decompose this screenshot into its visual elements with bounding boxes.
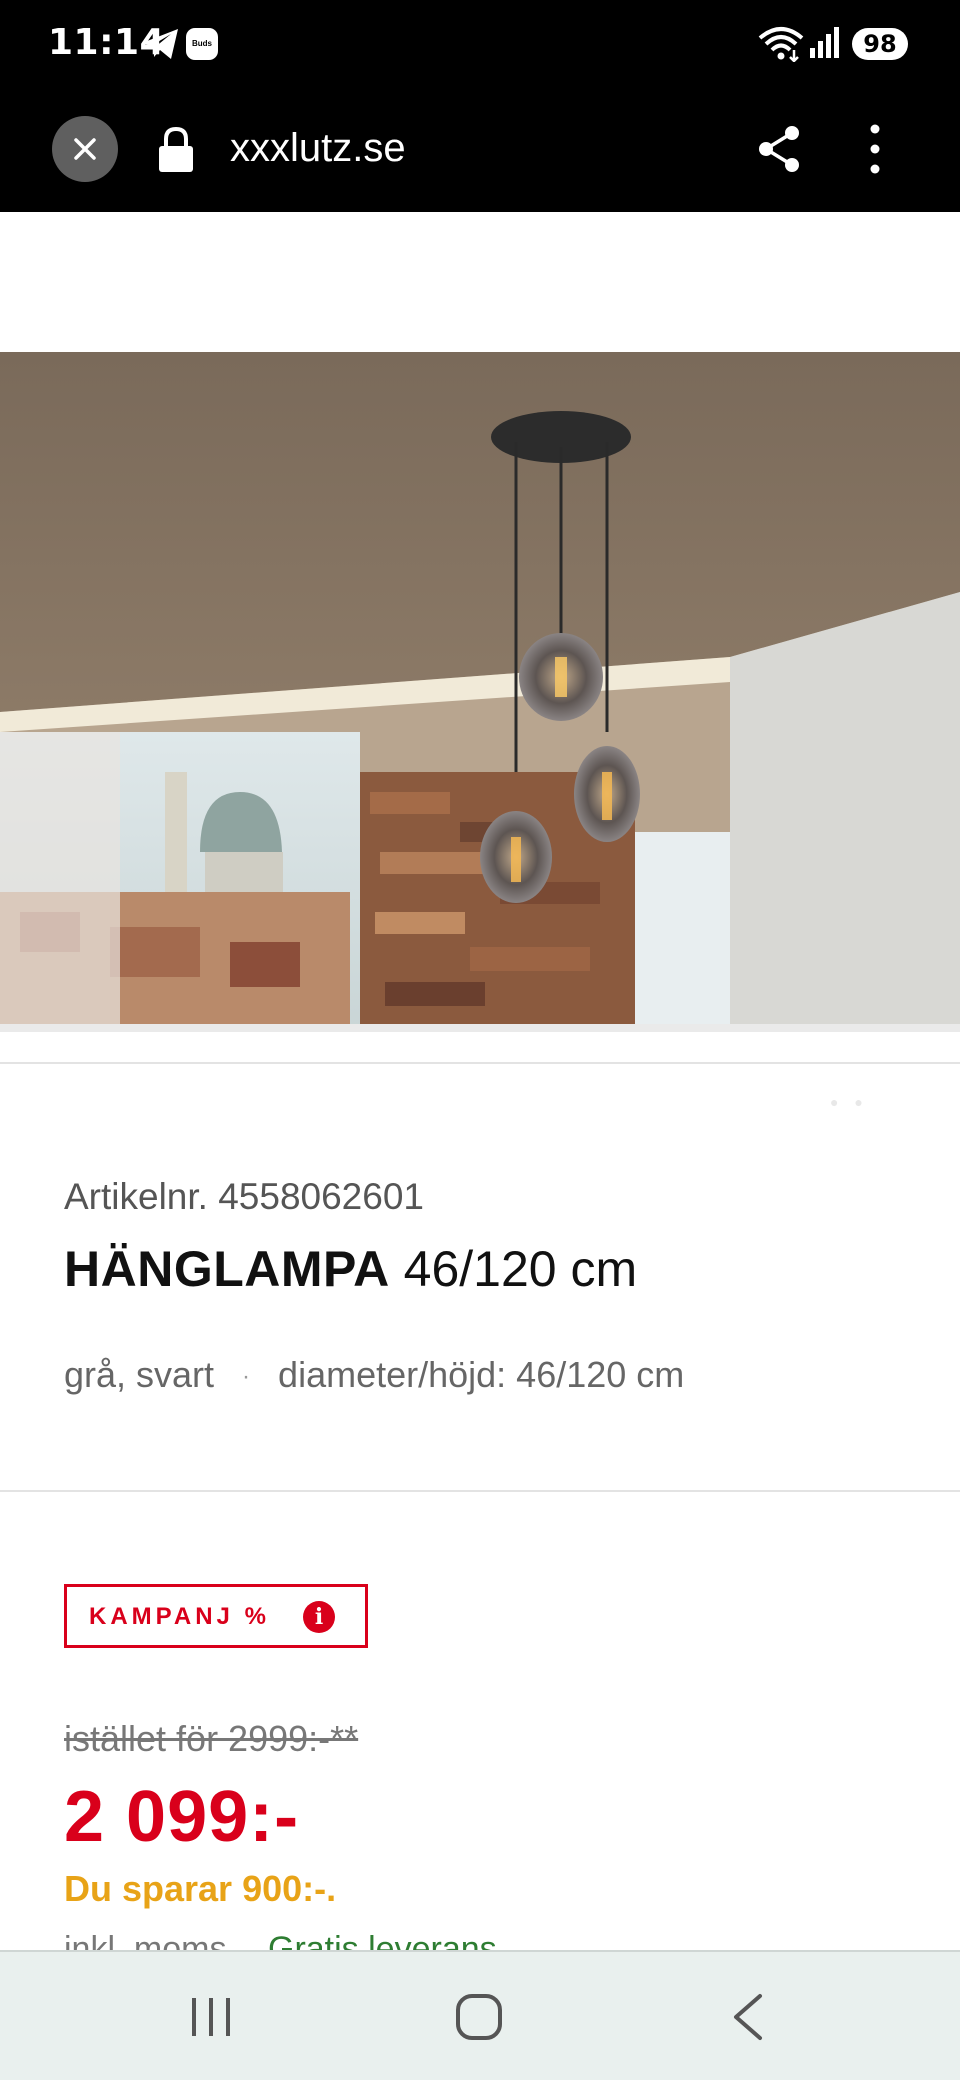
product-image[interactable] (0, 352, 960, 1032)
product-size: 46/120 cm (403, 1241, 638, 1297)
article-number: Artikelnr. 4558062601 (64, 1176, 424, 1218)
delivery-row: inkl. moms Gratis leverans (0, 1930, 960, 1950)
vat-note: inkl. moms (64, 1930, 227, 1950)
article-number-value: 4558062601 (218, 1176, 424, 1217)
home-icon[interactable] (454, 1992, 504, 2042)
close-icon (74, 138, 96, 160)
separator: · (242, 1363, 251, 1391)
product-attributes: grå, svart · diameter/höjd: 46/120 cm (64, 1354, 684, 1396)
divider (0, 1062, 960, 1064)
campaign-label: KAMPANJ % (89, 1603, 270, 1630)
article-label: Artikelnr. (64, 1176, 208, 1217)
signal-icon (810, 27, 839, 58)
campaign-badge[interactable]: KAMPANJ % i (64, 1584, 368, 1648)
old-price: istället för 2999:-** (64, 1718, 359, 1759)
back-icon[interactable] (730, 1992, 766, 2042)
current-price: 2 099:- (64, 1777, 300, 1857)
product-color: grå, svart (64, 1354, 215, 1395)
lock-icon[interactable] (156, 126, 196, 174)
share-icon[interactable] (756, 124, 802, 174)
divider (0, 1490, 960, 1492)
info-icon[interactable]: i (303, 1601, 335, 1633)
telegram-icon (142, 29, 178, 59)
delivery-link[interactable]: Gratis leverans (268, 1930, 497, 1950)
product-dimensions: diameter/höjd: 46/120 cm (278, 1354, 685, 1395)
recent-apps-icon[interactable] (188, 1994, 234, 2040)
url-field[interactable]: xxxlutz.se (230, 126, 406, 171)
wifi-icon (758, 27, 804, 62)
status-bar: 11:14 Buds 98 (0, 0, 960, 90)
more-vert-icon[interactable] (862, 120, 888, 178)
system-nav-bar (0, 1950, 960, 2080)
gallery-indicator: ● ● (830, 1094, 869, 1110)
product-name: HÄNGLAMPA (64, 1241, 390, 1297)
battery-indicator: 98 (852, 28, 908, 60)
page-title: HÄNGLAMPA 46/120 cm (64, 1240, 637, 1298)
buds-icon: Buds (186, 28, 218, 60)
browser-toolbar: xxxlutz.se (0, 90, 960, 212)
close-tab-button[interactable] (52, 116, 118, 182)
savings-text: Du sparar 900:-. (64, 1868, 337, 1909)
